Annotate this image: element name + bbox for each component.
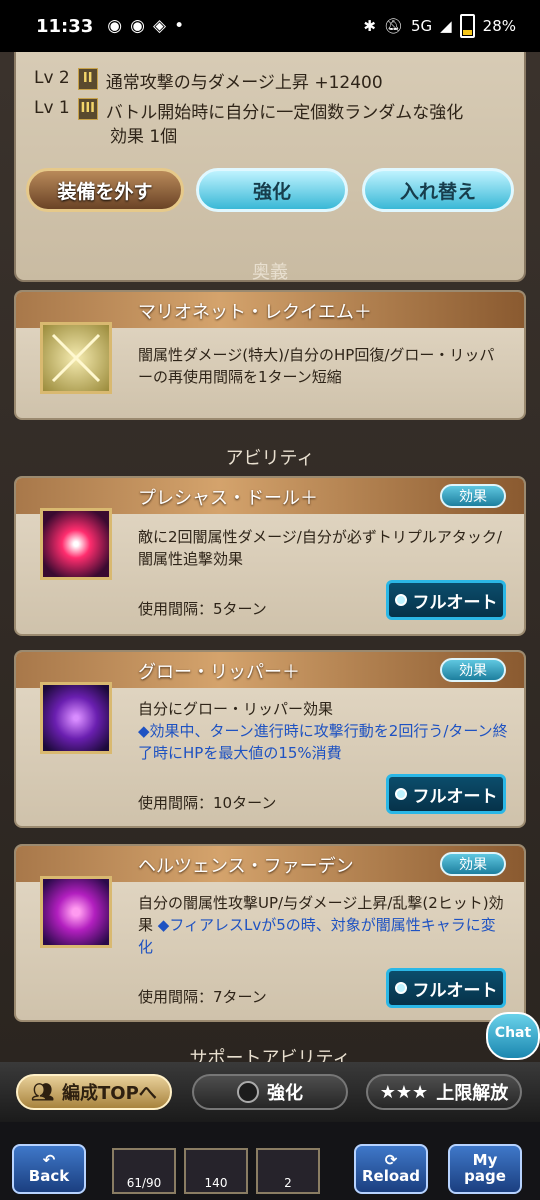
reload-button[interactable]: ⟳ Reload <box>354 1144 428 1194</box>
support-section-title: サポートアビリティ <box>189 1048 351 1062</box>
ability-description: 自分の闇属性攻撃UP/与ダメージ上昇/乱撃(2ヒット)効果 ◆フィアレスLvが5… <box>138 892 508 958</box>
ability-description: 自分にグロー・リッパー効果 ◆効果中、ターン進行時に攻撃行動を2回行う/ターン終… <box>138 698 508 764</box>
ability-description: 敵に2回闇属性ダメージ/自分が必ずトリプルアタック/闇属性追撃効果 <box>138 528 502 568</box>
up-arrow-icon <box>237 1081 259 1103</box>
ability-name: グロー・リッパー＋ <box>138 662 300 683</box>
level-label: Lv 1 <box>34 98 70 118</box>
party-top-label: 編成TOPへ <box>62 1083 157 1104</box>
ability-desc-main: 自分にグロー・リッパー効果 <box>138 700 334 718</box>
game-footer: ↶ Back 61/90 140 2 ⟳ Reload My page <box>0 1122 540 1200</box>
mypage-button[interactable]: My page <box>448 1144 522 1194</box>
swap-button[interactable]: 入れ替え <box>362 168 514 212</box>
ability-desc-highlight: ◆フィアレスLvが5の時、対象が闇属性キャラに変化 <box>138 916 496 956</box>
fullauto-button[interactable]: フルオート <box>386 774 506 814</box>
slash-ability-icon <box>40 508 112 580</box>
signal-icon: ◢ <box>440 17 452 35</box>
skill-text: 通常攻撃の与ダメージ上昇 +12400 <box>105 73 383 93</box>
fullauto-button[interactable]: フルオート <box>386 580 506 620</box>
ougi-name: マリオネット・レクイエム＋ <box>138 302 372 323</box>
back-arrow-icon: ↶ <box>42 1151 56 1169</box>
effect-badge[interactable]: 効果 <box>440 658 506 682</box>
limit-break-label: 上限解放 <box>436 1083 509 1104</box>
discord-icon: ◉ <box>107 16 123 36</box>
bottom-nav: 👥︎ 編成TOPへ 強化 ★★★ 上限解放 <box>0 1062 540 1122</box>
enhance-button[interactable]: 強化 <box>196 168 348 212</box>
stars-icon: ★★★ <box>379 1081 429 1103</box>
ougi-description: 闇属性ダメージ(特大)/自分のHP回復/グロー・リッパーの再使用間隔を1ターン短… <box>138 346 495 386</box>
ability-card[interactable]: ヘルツェンス・ファーデン 効果 自分の闇属性攻撃UP/与ダメージ上昇/乱撃(2ヒ… <box>14 844 526 1022</box>
notification-icons: ◉ ◉ ◈ • <box>107 16 184 36</box>
battery-icon <box>459 14 475 38</box>
ap-counter: 61/90 <box>112 1148 176 1194</box>
back-button[interactable]: ↶ Back <box>12 1144 86 1194</box>
toggle-dot-icon <box>394 982 407 994</box>
toggle-dot-icon <box>394 594 407 606</box>
ougi-card[interactable]: マリオネット・レクイエム＋ 闇属性ダメージ(特大)/自分のHP回復/グロー・リッ… <box>14 290 526 420</box>
fullauto-label: フルオート <box>412 786 498 807</box>
roman-icon: III <box>77 98 98 120</box>
more-dot-icon: • <box>174 16 185 36</box>
ability-name: ヘルツェンス・ファーデン <box>138 856 354 877</box>
scroll-content[interactable]: Lv 2 II 通常攻撃の与ダメージ上昇 +12400 Lv 1 III バトル… <box>0 52 540 1062</box>
unequip-button[interactable]: 装備を外す <box>26 168 184 212</box>
ougi-section-title: 奥義 <box>252 262 288 283</box>
party-top-button[interactable]: 👥︎ 編成TOPへ <box>16 1074 172 1110</box>
toggle-dot-icon <box>394 788 407 800</box>
reload-label: Reload <box>361 1167 421 1185</box>
reload-icon: ⟳ <box>384 1151 398 1169</box>
system-icons: ✱ 🔕︎ 5G ◢ 28% <box>363 0 516 52</box>
item-counter: 2 <box>256 1148 320 1194</box>
twin-blades-icon <box>40 682 112 754</box>
level-label: Lv 2 <box>34 68 70 88</box>
battery-percent: 28% <box>482 17 516 35</box>
ability-desc-highlight: ◆効果中、ターン進行時に攻撃行動を2回行う/ターン終了時にHPを最大値の15%消… <box>138 722 508 762</box>
skill-row: Lv 2 II 通常攻撃の与ダメージ上昇 +12400 <box>34 68 383 93</box>
back-label: Back <box>28 1167 70 1185</box>
ability-card[interactable]: プレシャス・ドール＋ 効果 敵に2回闇属性ダメージ/自分が必ずトリプルアタック/… <box>14 476 526 636</box>
chat-button[interactable]: Chat <box>486 1012 540 1060</box>
fullauto-label: フルオート <box>412 980 498 1001</box>
skill-row-cont: 効果 1個 <box>110 122 177 147</box>
bp-counter: 140 <box>184 1148 248 1194</box>
ability-interval: 使用間隔：10ターン <box>138 794 277 812</box>
heart-thread-icon <box>40 876 112 948</box>
skill-level-panel: Lv 2 II 通常攻撃の与ダメージ上昇 +12400 Lv 1 III バトル… <box>14 52 526 282</box>
network-label: 5G <box>410 17 433 35</box>
ability-section-title: アビリティ <box>225 448 315 469</box>
fullauto-label: フルオート <box>412 592 498 613</box>
crossed-swords-icon <box>40 322 112 394</box>
skill-text: 効果 1個 <box>110 127 178 147</box>
fullauto-button[interactable]: フルオート <box>386 968 506 1008</box>
ability-name: プレシャス・ドール＋ <box>138 488 318 509</box>
clock: 11:33 <box>36 15 94 37</box>
ability-card[interactable]: グロー・リッパー＋ 効果 自分にグロー・リッパー効果 ◆効果中、ターン進行時に攻… <box>14 650 526 828</box>
effect-badge[interactable]: 効果 <box>440 484 506 508</box>
bluetooth-icon: ✱ <box>363 17 376 35</box>
mute-icon: 🔕︎ <box>383 17 403 35</box>
game-icon: ◈ <box>152 16 167 36</box>
roman-icon: II <box>77 68 98 90</box>
skill-row: Lv 1 III バトル開始時に自分に一定個数ランダムな強化 <box>34 98 463 123</box>
party-icon: 👥︎ <box>31 1081 55 1103</box>
limit-break-button[interactable]: ★★★ 上限解放 <box>366 1074 522 1110</box>
skill-text: バトル開始時に自分に一定個数ランダムな強化 <box>105 103 464 123</box>
ability-interval: 使用間隔：7ターン <box>138 988 267 1006</box>
effect-badge[interactable]: 効果 <box>440 852 506 876</box>
ability-interval: 使用間隔：5ターン <box>138 600 267 618</box>
discord-icon-2: ◉ <box>130 16 145 36</box>
enhance-nav-label: 強化 <box>267 1083 303 1104</box>
enhance-nav-button[interactable]: 強化 <box>192 1074 348 1110</box>
status-bar: 11:33 ◉ ◉ ◈ • ✱ 🔕︎ 5G ◢ 28% <box>0 0 540 52</box>
